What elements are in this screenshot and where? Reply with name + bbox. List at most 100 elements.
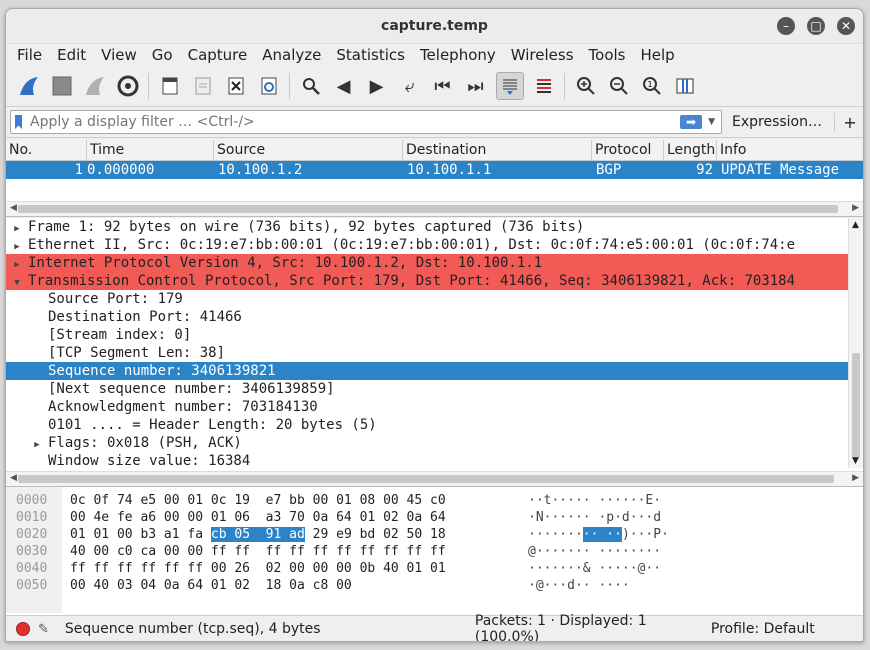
stop-capture-icon[interactable] [49, 73, 75, 99]
menu-file[interactable]: File [10, 44, 50, 66]
hex-row[interactable]: 01 01 00 b3 a1 fa cb 05 91 ad 29 e9 bd 0… [70, 526, 446, 543]
capture-options-icon[interactable] [115, 73, 141, 99]
packet-row[interactable]: 1 0.000000 10.100.1.2 10.100.1.1 BGP 92 … [6, 161, 863, 179]
ascii-row[interactable]: ·N······ ·p·d···d [528, 509, 661, 526]
go-to-packet-icon[interactable]: ⤶ [397, 73, 423, 99]
detail-ethernet[interactable]: ▶ Ethernet II, Src: 0c:19:e7:bb:00:01 (0c… [6, 236, 848, 254]
close-icon[interactable]: ✕ [837, 17, 855, 35]
ascii-row[interactable]: ··t····· ······E· [528, 492, 661, 509]
menu-wireless[interactable]: Wireless [504, 44, 582, 66]
ascii-row[interactable]: ········· ··)···P· [528, 526, 669, 543]
column-destination[interactable]: Destination [403, 140, 592, 160]
expert-info-icon[interactable] [16, 622, 30, 636]
packet-source: 10.100.1.2 [218, 162, 303, 178]
zoom-reset-icon[interactable]: 1 [639, 73, 665, 99]
hex-row[interactable]: 0c 0f 74 e5 00 01 0c 19 e7 bb 00 01 08 0… [70, 492, 446, 509]
detail-field[interactable]: Acknowledgment number: 703184130 [6, 398, 848, 416]
detail-field[interactable]: [Next sequence number: 3406139859] [6, 380, 848, 398]
scroll-thumb[interactable] [18, 205, 838, 213]
menu-help[interactable]: Help [633, 44, 682, 66]
column-no[interactable]: No. [6, 140, 87, 160]
packet-no: 1 [74, 162, 83, 178]
status-profile[interactable]: Profile: Default [711, 621, 841, 637]
go-back-icon[interactable]: ◀ [331, 73, 357, 99]
reload-file-icon[interactable] [256, 73, 282, 99]
save-file-icon[interactable] [190, 73, 216, 99]
maximize-icon[interactable]: □ [807, 17, 825, 35]
details-hscrollbar[interactable]: ◀ ▶ [6, 471, 863, 486]
detail-field[interactable]: Destination Port: 41466 [6, 308, 848, 326]
packet-list-header: No. Time Source Destination Protocol Len… [6, 140, 863, 161]
detail-flags[interactable]: ▶ Flags: 0x018 (PSH, ACK) [6, 434, 848, 452]
bookmark-icon[interactable] [15, 115, 22, 129]
hex-row[interactable]: ff ff ff ff ff ff 00 26 02 00 00 00 0b 4… [70, 560, 446, 577]
scroll-left-icon[interactable]: ◀ [10, 473, 17, 483]
apply-filter-icon[interactable]: ➡ [680, 115, 703, 129]
collapse-icon[interactable]: ▼ [6, 274, 28, 290]
column-length[interactable]: Length [664, 140, 717, 160]
menu-view[interactable]: View [94, 44, 145, 66]
add-filter-button[interactable]: + [834, 112, 859, 132]
minimize-icon[interactable]: – [777, 17, 795, 35]
close-file-icon[interactable] [223, 73, 249, 99]
menu-go[interactable]: Go [145, 44, 181, 66]
column-source[interactable]: Source [214, 140, 403, 160]
column-protocol[interactable]: Protocol [592, 140, 664, 160]
scroll-thumb[interactable] [852, 353, 860, 458]
detail-field[interactable]: [Stream index: 0] [6, 326, 848, 344]
menu-statistics[interactable]: Statistics [329, 44, 413, 66]
expand-icon[interactable]: ▶ [6, 256, 28, 272]
detail-field[interactable]: Source Port: 179 [6, 290, 848, 308]
expression-button[interactable]: Expression… [722, 114, 834, 130]
scroll-left-icon[interactable]: ◀ [10, 203, 17, 213]
start-capture-icon[interactable] [16, 73, 42, 99]
zoom-in-icon[interactable] [573, 73, 599, 99]
detail-frame[interactable]: ▶ Frame 1: 92 bytes on wire (736 bits), 9… [6, 218, 848, 236]
find-packet-icon[interactable] [298, 73, 324, 99]
edit-comment-icon[interactable]: ✎ [38, 622, 49, 637]
packet-list-hscrollbar[interactable]: ◀ ▶ [6, 201, 863, 216]
zoom-out-icon[interactable] [606, 73, 632, 99]
main-toolbar: ◀ ▶ ⤶ ⏮ ⏭ 1 [6, 66, 863, 107]
scroll-thumb[interactable] [18, 475, 834, 483]
display-filter-input[interactable] [28, 113, 681, 131]
menu-capture[interactable]: Capture [181, 44, 256, 66]
ascii-row[interactable]: ·@···d·· ···· [528, 577, 630, 594]
detail-field-selected[interactable]: Sequence number: 3406139821 [6, 362, 848, 380]
hex-row[interactable]: 00 40 03 04 0a 64 01 02 18 0a c8 00 [70, 577, 352, 594]
detail-tcp[interactable]: ▼ Transmission Control Protocol, Src Port… [6, 272, 848, 290]
hex-row[interactable]: 40 00 c0 ca 00 00 ff ff ff ff ff ff ff f… [70, 543, 446, 560]
wireshark-window: capture.temp – □ ✕ File Edit View Go Cap… [5, 8, 864, 642]
colorize-icon[interactable] [531, 73, 557, 99]
detail-field[interactable]: Window size value: 16384 [6, 452, 848, 470]
first-packet-icon[interactable]: ⏮ [430, 73, 456, 99]
menu-telephony[interactable]: Telephony [413, 44, 504, 66]
chevron-down-icon[interactable]: ▼ [708, 117, 715, 127]
display-filter: ➡ ▼ [10, 110, 722, 134]
expand-icon[interactable]: ▶ [6, 220, 28, 236]
restart-capture-icon[interactable] [82, 73, 108, 99]
autoscroll-icon[interactable] [495, 72, 524, 100]
ascii-row[interactable]: @······· ········ [528, 543, 661, 560]
scroll-right-icon[interactable]: ▶ [852, 203, 859, 213]
go-forward-icon[interactable]: ▶ [364, 73, 390, 99]
expand-icon[interactable]: ▶ [6, 238, 28, 254]
expand-icon[interactable]: ▶ [26, 436, 48, 452]
detail-field[interactable]: [TCP Segment Len: 38] [6, 344, 848, 362]
scroll-right-icon[interactable]: ▶ [852, 473, 859, 483]
scroll-down-icon[interactable]: ▼ [852, 456, 859, 466]
resize-columns-icon[interactable] [672, 73, 698, 99]
column-time[interactable]: Time [87, 140, 214, 160]
last-packet-icon[interactable]: ⏭ [463, 73, 489, 99]
scroll-up-icon[interactable]: ▲ [852, 220, 859, 230]
detail-ipv4[interactable]: ▶ Internet Protocol Version 4, Src: 10.10… [6, 254, 848, 272]
column-info[interactable]: Info [717, 140, 863, 160]
detail-field[interactable]: 0101 .... = Header Length: 20 bytes (5) [6, 416, 848, 434]
ascii-row[interactable]: ·······& ·····@·· [528, 560, 661, 577]
menu-analyze[interactable]: Analyze [255, 44, 329, 66]
hex-row[interactable]: 00 4e fe a6 00 00 01 06 a3 70 0a 64 01 0… [70, 509, 446, 526]
menu-edit[interactable]: Edit [50, 44, 94, 66]
menu-tools[interactable]: Tools [582, 44, 634, 66]
details-vscrollbar[interactable]: ▲ ▼ [848, 218, 863, 468]
open-file-icon[interactable] [157, 73, 183, 99]
